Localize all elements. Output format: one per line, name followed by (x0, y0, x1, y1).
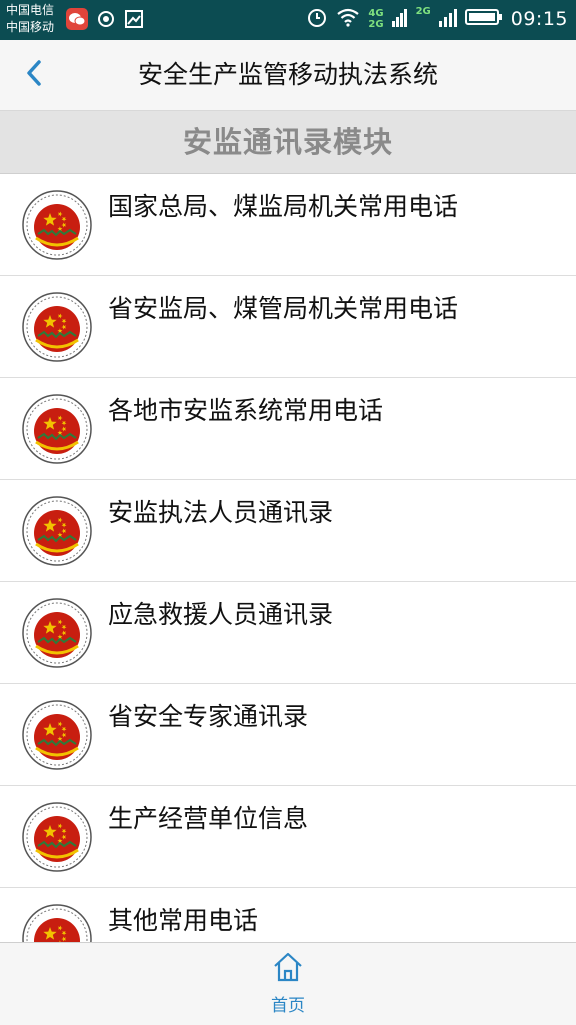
bottom-nav: 首页 (0, 942, 576, 1025)
list-item[interactable]: 应急救援人员通讯录 (0, 582, 576, 684)
status-right: 4G 2G 2G 09:15 (306, 6, 568, 32)
list-item-label: 省安监局、煤管局机关常用电话 (108, 294, 459, 323)
emblem-icon (22, 190, 92, 260)
home-icon (272, 951, 304, 987)
list-item[interactable]: 其他常用电话 (0, 888, 576, 942)
carrier-1: 中国电信 (6, 3, 55, 17)
page-title: 安全生产监管移动执法系统 (137, 60, 438, 89)
wifi-icon (336, 7, 360, 31)
carrier-2: 中国移动 (6, 20, 55, 34)
list-item[interactable]: 省安全专家通讯录 (0, 684, 576, 786)
signal-icon-2 (438, 7, 457, 31)
emblem-icon (22, 802, 92, 872)
battery-icon (464, 7, 503, 31)
app-bar: 安全生产监管移动执法系统 (0, 40, 576, 111)
clock: 09:15 (510, 8, 568, 30)
radar-icon (96, 9, 116, 33)
nav-home-label: 首页 (271, 996, 305, 1016)
emblem-icon (22, 904, 92, 942)
list-item[interactable]: 各地市安监系统常用电话 (0, 378, 576, 480)
network-badges: 4G 2G (368, 8, 383, 30)
list-item[interactable]: 生产经营单位信息 (0, 786, 576, 888)
list-item-label: 应急救援人员通讯录 (108, 600, 334, 629)
list-item[interactable]: 省安监局、煤管局机关常用电话 (0, 276, 576, 378)
signal-icon (391, 7, 408, 31)
list-item-label: 生产经营单位信息 (108, 804, 309, 833)
emblem-icon (22, 598, 92, 668)
emblem-icon (22, 700, 92, 770)
list-item[interactable]: 安监执法人员通讯录 (0, 480, 576, 582)
carrier-info: 中国电信 中国移动 (6, 2, 54, 36)
list-item[interactable]: 国家总局、煤监局机关常用电话 (0, 174, 576, 276)
emblem-icon (22, 496, 92, 566)
wechat-icon (66, 8, 88, 34)
nav-home-button[interactable]: 首页 (248, 951, 328, 1021)
list-item-label: 安监执法人员通讯录 (108, 498, 334, 527)
emblem-icon (22, 292, 92, 362)
network-type-2: 2G (368, 19, 384, 30)
network-type-3: 2G (415, 6, 431, 17)
chevron-left-icon (24, 59, 44, 91)
back-button[interactable] (14, 55, 54, 95)
contact-category-list: 国家总局、煤监局机关常用电话 省安监局、煤管局机关常用电话 各地市安监系统常用电… (0, 174, 576, 942)
network-type-1: 4G (368, 8, 384, 19)
list-item-label: 各地市安监系统常用电话 (108, 396, 384, 425)
status-bar: 中国电信 中国移动 4G 2G 2G 09:15 (0, 0, 576, 40)
emblem-icon (22, 394, 92, 464)
image-icon (124, 9, 144, 33)
list-item-label: 省安全专家通讯录 (108, 702, 309, 731)
notification-icons (66, 8, 144, 34)
section-header: 安监通讯录模块 (0, 111, 576, 174)
list-item-label: 其他常用电话 (108, 906, 259, 935)
alarm-icon (306, 6, 328, 32)
list-item-label: 国家总局、煤监局机关常用电话 (108, 192, 459, 221)
